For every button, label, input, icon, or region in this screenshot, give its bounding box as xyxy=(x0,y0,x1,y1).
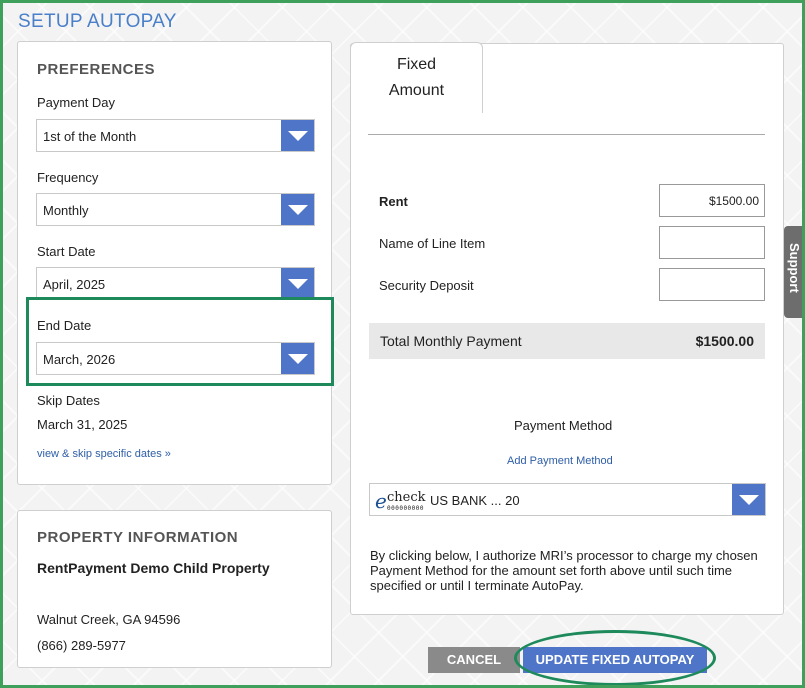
payment-method-dropdown-button[interactable] xyxy=(732,484,765,515)
payment-method-label: Payment Method xyxy=(514,418,613,433)
frequency-value: Monthly xyxy=(43,203,89,218)
skip-dates-value: March 31, 2025 xyxy=(37,417,128,432)
chevron-down-icon xyxy=(287,278,308,289)
total-label: Total Monthly Payment xyxy=(380,333,522,349)
total-value: $1500.00 xyxy=(695,333,754,349)
skip-dates-label: Skip Dates xyxy=(37,393,100,408)
property-phone: (866) 289-5977 xyxy=(37,638,126,653)
total-monthly-payment: Total Monthly Payment $1500.00 xyxy=(369,323,765,359)
cancel-button[interactable]: CANCEL xyxy=(428,647,520,673)
start-date-select[interactable]: April, 2025 xyxy=(36,267,315,300)
chevron-down-icon xyxy=(287,353,308,364)
start-date-label: Start Date xyxy=(37,244,96,259)
support-tab[interactable]: Support xyxy=(784,226,805,318)
security-deposit-label: Security Deposit xyxy=(379,278,474,293)
property-heading: PROPERTY INFORMATION xyxy=(37,529,239,546)
end-date-select[interactable]: March, 2026 xyxy=(36,342,315,375)
start-date-dropdown-button[interactable] xyxy=(281,268,314,299)
update-fixed-autopay-button[interactable]: UPDATE FIXED AUTOPAY xyxy=(523,647,707,673)
rent-label: Rent xyxy=(379,194,408,209)
preferences-panel: PREFERENCES Payment Day 1st of the Month… xyxy=(17,41,332,485)
payment-day-select[interactable]: 1st of the Month xyxy=(36,119,315,152)
rent-amount-input[interactable]: $1500.00 xyxy=(659,184,765,217)
payment-day-dropdown-button[interactable] xyxy=(281,120,314,151)
add-payment-method-link[interactable]: Add Payment Method xyxy=(507,455,613,467)
payment-day-label: Payment Day xyxy=(37,95,116,110)
line-item-amount-input[interactable] xyxy=(659,226,765,259)
preferences-heading: PREFERENCES xyxy=(37,61,156,78)
tab-fixed-amount[interactable]: Fixed Amount xyxy=(350,42,483,113)
end-date-value: March, 2026 xyxy=(43,352,116,367)
payment-method-value: US BANK ... 20 xyxy=(430,493,520,508)
tab-label-line1: Fixed xyxy=(396,56,437,73)
security-deposit-input[interactable] xyxy=(659,268,765,301)
chevron-down-icon xyxy=(287,204,308,215)
frequency-label: Frequency xyxy=(37,170,99,185)
payment-method-select[interactable]: e check 000000000 US BANK ... 20 xyxy=(369,483,766,516)
chevron-down-icon xyxy=(738,494,759,505)
property-city: Walnut Creek, GA 94596 xyxy=(37,612,181,627)
end-date-label: End Date xyxy=(37,318,92,333)
start-date-value: April, 2025 xyxy=(43,277,106,292)
echeck-logo: e check 000000000 xyxy=(375,489,426,513)
end-date-dropdown-button[interactable] xyxy=(281,343,314,374)
property-name: RentPayment Demo Child Property xyxy=(37,560,270,576)
page-title: SETUP AUTOPAY xyxy=(18,11,177,32)
support-label: Support xyxy=(787,243,802,293)
tab-divider xyxy=(368,134,765,135)
property-panel: PROPERTY INFORMATION RentPayment Demo Ch… xyxy=(17,510,332,668)
chevron-down-icon xyxy=(287,130,308,141)
tab-label-line2: Amount xyxy=(388,82,445,99)
frequency-select[interactable]: Monthly xyxy=(36,193,315,226)
payment-day-value: 1st of the Month xyxy=(43,129,137,144)
line-item-label: Name of Line Item xyxy=(379,236,486,251)
view-skip-dates-link[interactable]: view & skip specific dates » xyxy=(37,448,171,460)
frequency-dropdown-button[interactable] xyxy=(281,194,314,225)
authorization-text: By clicking below, I authorize MRI’s pro… xyxy=(370,548,758,593)
